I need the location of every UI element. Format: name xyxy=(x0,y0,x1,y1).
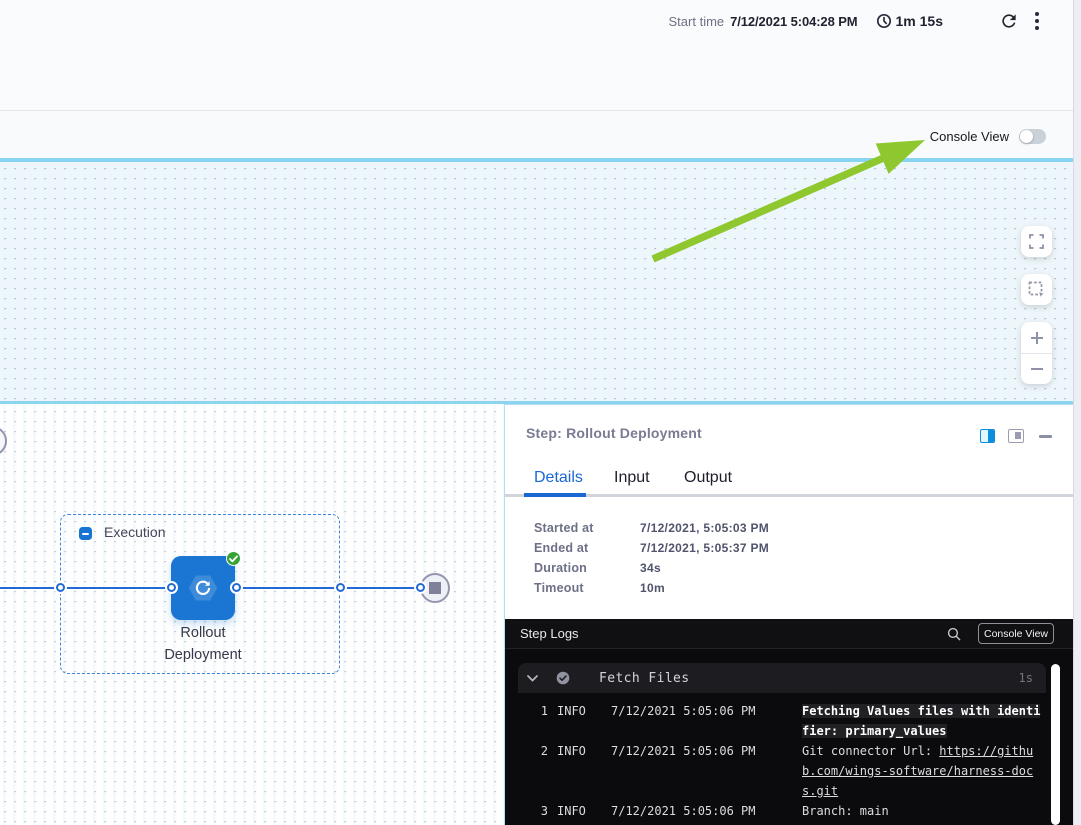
step-graph-canvas[interactable]: Execution Rollout Deployment xyxy=(0,404,504,825)
tab-output[interactable]: Output xyxy=(684,469,732,487)
details-area: Step: Rollout Deployment Details Input O… xyxy=(505,405,1073,619)
connector-dot xyxy=(167,583,176,592)
split-view-right-button[interactable] xyxy=(980,429,995,443)
marquee-select-button[interactable] xyxy=(1021,274,1052,305)
log-section-duration: 1s xyxy=(1019,671,1033,685)
collapse-group-button[interactable] xyxy=(79,527,92,540)
more-options-button[interactable] xyxy=(1034,10,1040,32)
step-details-panel: Step: Rollout Deployment Details Input O… xyxy=(504,404,1073,825)
tab-divider xyxy=(505,494,1073,497)
node-label-line1: Rollout xyxy=(123,622,283,644)
split-right-fill-icon xyxy=(988,430,994,442)
step-logs-title: Step Logs xyxy=(520,626,579,641)
minimize-panel-button[interactable] xyxy=(1039,435,1052,438)
search-logs-button[interactable] xyxy=(944,624,964,644)
log-section-fetch-files[interactable]: Fetch Files 1s xyxy=(518,663,1046,693)
detail-row: Duration 34s xyxy=(534,558,769,578)
log-line: 1 INFO 7/12/2021 5:05:06 PM Fetching Val… xyxy=(518,701,1073,741)
tab-input[interactable]: Input xyxy=(614,469,650,487)
zoom-in-button[interactable] xyxy=(1021,322,1052,353)
execution-page: Start time 7/12/2021 5:04:28 PM 1m 15s C… xyxy=(0,0,1073,825)
minus-icon xyxy=(1029,361,1045,377)
step-logs-header: Step Logs Console View xyxy=(505,619,1073,649)
log-line: 2 INFO 7/12/2021 5:05:06 PM Git connecto… xyxy=(518,741,1073,801)
stage-canvas[interactable] xyxy=(0,158,1073,404)
connector-dot xyxy=(416,583,425,592)
step-logs-panel: Step Logs Console View xyxy=(505,619,1073,825)
success-badge xyxy=(226,551,241,566)
fit-to-screen-button[interactable] xyxy=(1021,226,1052,257)
panel-tabs: Details Input Output xyxy=(505,469,1073,491)
clock-icon xyxy=(876,13,892,29)
elapsed-time: 1m 15s xyxy=(896,13,943,29)
previous-node-partial xyxy=(0,426,7,456)
collapse-minus-icon xyxy=(82,533,89,535)
refresh-icon xyxy=(999,11,1019,31)
marquee-icon xyxy=(1028,281,1045,298)
log-lines: 1 INFO 7/12/2021 5:05:06 PM Fetching Val… xyxy=(518,693,1073,821)
check-circle xyxy=(556,671,570,685)
collapsed-right-rail[interactable] xyxy=(1073,0,1081,825)
console-view-button[interactable]: Console View xyxy=(978,623,1054,644)
log-section-title: Fetch Files xyxy=(599,671,690,686)
detail-row: Ended at 7/12/2021, 5:05:37 PM xyxy=(534,538,769,558)
check-icon xyxy=(229,555,238,563)
execution-group-label: Execution xyxy=(104,524,165,540)
expand-icon xyxy=(1029,234,1044,249)
log-url-link[interactable]: b.com/wings-software/harness-doc xyxy=(802,764,1033,778)
execution-header: Start time 7/12/2021 5:04:28 PM 1m 15s xyxy=(0,0,1073,111)
chevron-down-icon xyxy=(527,675,538,682)
connector-dot xyxy=(336,583,345,592)
rollout-deployment-node[interactable] xyxy=(171,556,235,620)
kebab-icon xyxy=(1034,11,1040,31)
logs-scrollbar[interactable] xyxy=(1051,664,1060,825)
toggle-knob xyxy=(1020,130,1033,143)
start-time-value: 7/12/2021 5:04:28 PM xyxy=(730,14,857,29)
tab-details[interactable]: Details xyxy=(534,469,583,487)
chevron-icon xyxy=(527,675,538,682)
panel-title: Step: Rollout Deployment xyxy=(526,425,702,441)
execution-toolbar: Console View xyxy=(0,112,1073,158)
detail-rows: Started at 7/12/2021, 5:05:03 PM Ended a… xyxy=(534,518,769,598)
connector-dot xyxy=(56,583,65,592)
node-label-line2: Deployment xyxy=(123,644,283,666)
detail-row: Started at 7/12/2021, 5:05:03 PM xyxy=(534,518,769,538)
logs-body: Fetch Files 1s 1 INFO 7/12/2021 5:05:06 … xyxy=(505,649,1073,825)
node-label: Rollout Deployment xyxy=(123,622,283,666)
connector-dot xyxy=(232,583,241,592)
active-tab-indicator xyxy=(524,493,586,497)
search-icon xyxy=(947,627,961,641)
refresh-arrow-icon xyxy=(194,579,212,597)
clock-face-icon xyxy=(876,13,892,29)
split-view-bottom-button[interactable] xyxy=(1008,429,1024,443)
zoom-controls xyxy=(1021,322,1052,384)
check-circle-icon xyxy=(556,671,570,685)
zoom-out-button[interactable] xyxy=(1021,353,1052,384)
split-bottom-fill-icon xyxy=(1015,432,1021,439)
log-url-link[interactable]: https://githu xyxy=(939,744,1033,758)
plus-icon xyxy=(1029,330,1045,346)
stop-icon xyxy=(429,582,441,594)
detail-row: Timeout 10m xyxy=(534,578,769,598)
start-time-label: Start time xyxy=(669,14,725,29)
refresh-button[interactable] xyxy=(999,10,1019,32)
log-url-link[interactable]: s.git xyxy=(802,784,838,798)
log-line: 3 INFO 7/12/2021 5:05:06 PM Branch: main xyxy=(518,801,1073,821)
console-view-label: Console View xyxy=(930,129,1009,144)
lower-area: Execution Rollout Deployment xyxy=(0,404,1073,825)
console-view-toggle[interactable] xyxy=(1019,129,1046,144)
rollout-refresh-icon xyxy=(194,579,212,597)
stop-node[interactable] xyxy=(420,573,450,603)
